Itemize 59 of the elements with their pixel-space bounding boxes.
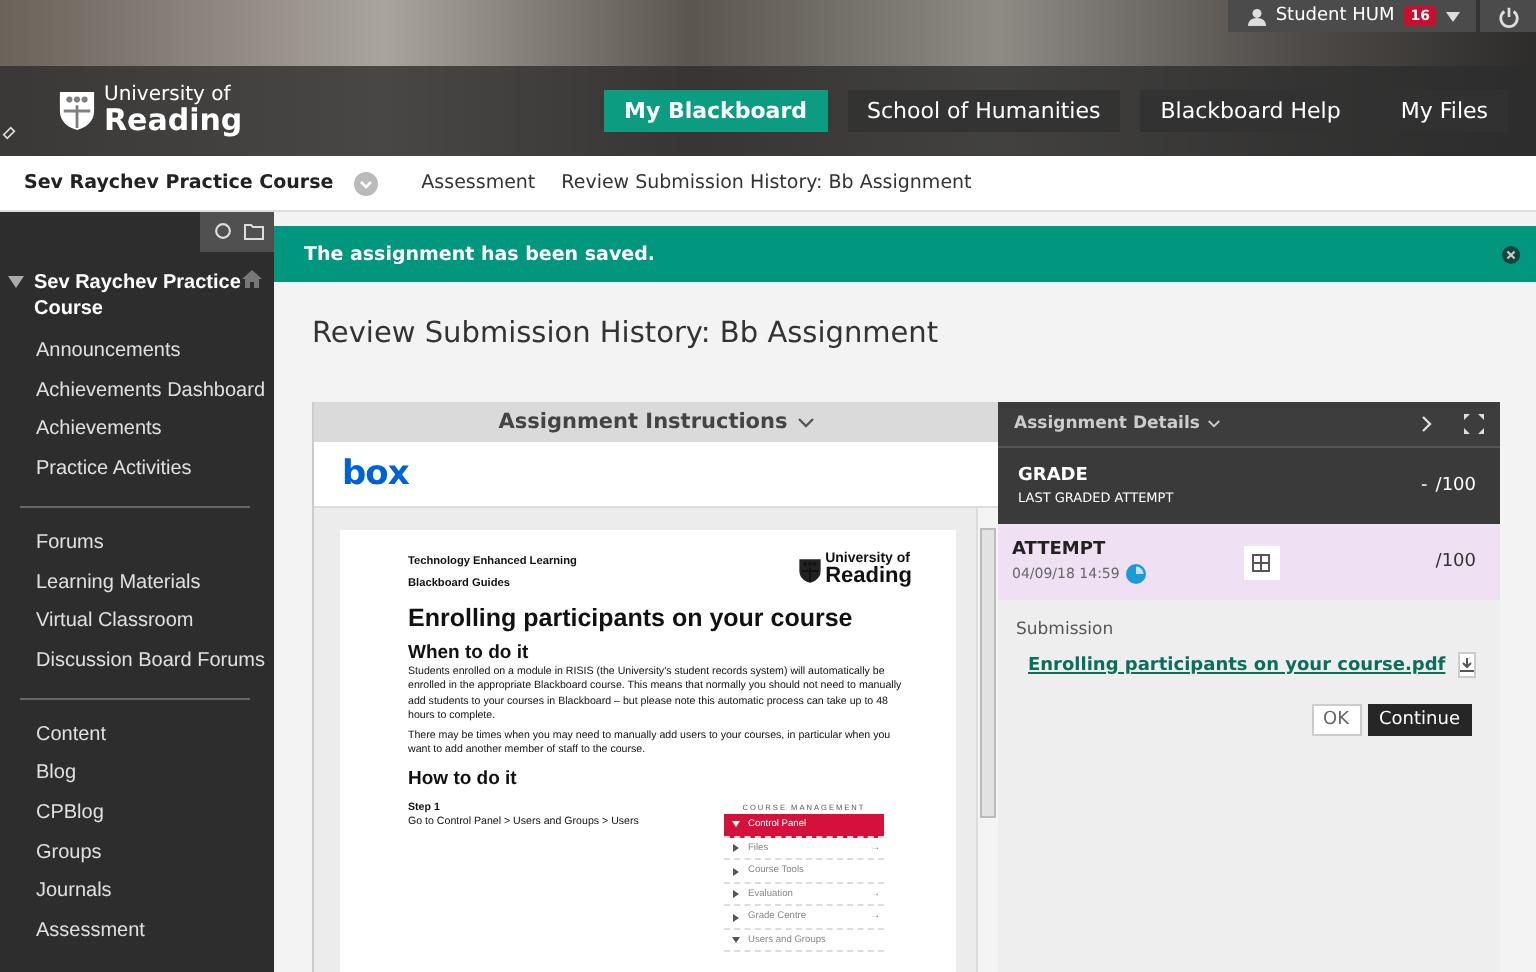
sidebar-item[interactable]: Virtual Classroom: [0, 602, 274, 642]
grid-icon: [1252, 553, 1271, 571]
sidebar-item[interactable]: Content: [0, 715, 274, 755]
dialog-button[interactable]: Continue: [1367, 704, 1472, 736]
sidebar-item[interactable]: Forums: [0, 523, 274, 564]
scrollbar[interactable]: [976, 508, 998, 972]
chevron-right-icon: [1422, 416, 1432, 432]
sidebar-item[interactable]: CPBlog: [0, 794, 274, 834]
sidebar-item[interactable]: Journals: [0, 872, 274, 913]
expand-icon: [1464, 414, 1484, 434]
details-header[interactable]: Assignment Details: [1014, 414, 1200, 434]
page-title: Review Submission History: Bb Assignment: [310, 316, 941, 354]
grade-out-of: /100: [1435, 476, 1476, 496]
user-name: Student HUM: [1275, 6, 1395, 26]
sidebar-item[interactable]: Achievements Dashboard: [0, 371, 274, 411]
grid-button[interactable]: [1243, 545, 1280, 579]
submission-label: Submission: [1016, 620, 1116, 640]
sidebar-item[interactable]: Discussion Board Forums: [0, 641, 274, 682]
pie-icon: [1125, 564, 1146, 584]
document-heading: How to do it: [408, 767, 519, 790]
university-logo[interactable]: University of Reading: [58, 86, 243, 136]
sidebar-item[interactable]: Assessment: [0, 912, 274, 952]
dialog-button[interactable]: OK: [1311, 704, 1362, 736]
provider-logo: box: [342, 454, 409, 494]
caret-icon: [1446, 11, 1460, 21]
grade-title: GRADE: [1018, 466, 1090, 486]
sidebar-item[interactable]: Learning Materials: [0, 563, 274, 603]
course-title[interactable]: Sev Raychev Practice Course: [34, 270, 242, 322]
breadcrumb-course[interactable]: Sev Raychev Practice Course: [24, 172, 334, 194]
chevron-circle-icon: [353, 171, 378, 195]
folder-icon: [244, 222, 264, 240]
sidebar-item[interactable]: Blog: [0, 754, 274, 795]
file-link[interactable]: Enrolling participants on your course.pdf: [1028, 655, 1446, 675]
download-button[interactable]: [1457, 652, 1476, 678]
attempt-title: ATTEMPT: [1012, 540, 1108, 560]
home-icon: [242, 270, 262, 288]
power-icon: [1497, 5, 1519, 27]
shield-icon: [797, 557, 822, 583]
grade-score: -: [1421, 476, 1428, 496]
instructions-header[interactable]: Assignment Instructions: [314, 402, 998, 442]
chevron-down-icon: [1207, 420, 1220, 428]
document-heading: When to do it: [408, 642, 531, 664]
download-icon: [1459, 658, 1474, 672]
sidebar-item[interactable]: Practice Activities: [0, 450, 274, 490]
sidebar-item[interactable]: Announcements: [0, 332, 274, 372]
close-button[interactable]: [1502, 245, 1520, 263]
close-icon: [1502, 245, 1520, 263]
attempt-out-of: /100: [1435, 552, 1476, 572]
power-button[interactable]: [1480, 0, 1536, 32]
shield-icon: [58, 90, 96, 132]
chevron-down-icon: [797, 417, 814, 427]
document-title: Enrolling participants on your course: [408, 604, 855, 632]
sidebar-item[interactable]: Groups: [0, 833, 274, 873]
person-icon: [1247, 7, 1266, 25]
banner-message: The assignment has been saved.: [304, 243, 657, 265]
breadcrumb-item[interactable]: Assessment: [421, 172, 536, 194]
sidebar-item[interactable]: Achievements: [0, 410, 274, 451]
nav-tab[interactable]: School of Humanities: [847, 90, 1121, 132]
breadcrumb-item[interactable]: Review Submission History: Bb Assignment: [561, 172, 972, 194]
